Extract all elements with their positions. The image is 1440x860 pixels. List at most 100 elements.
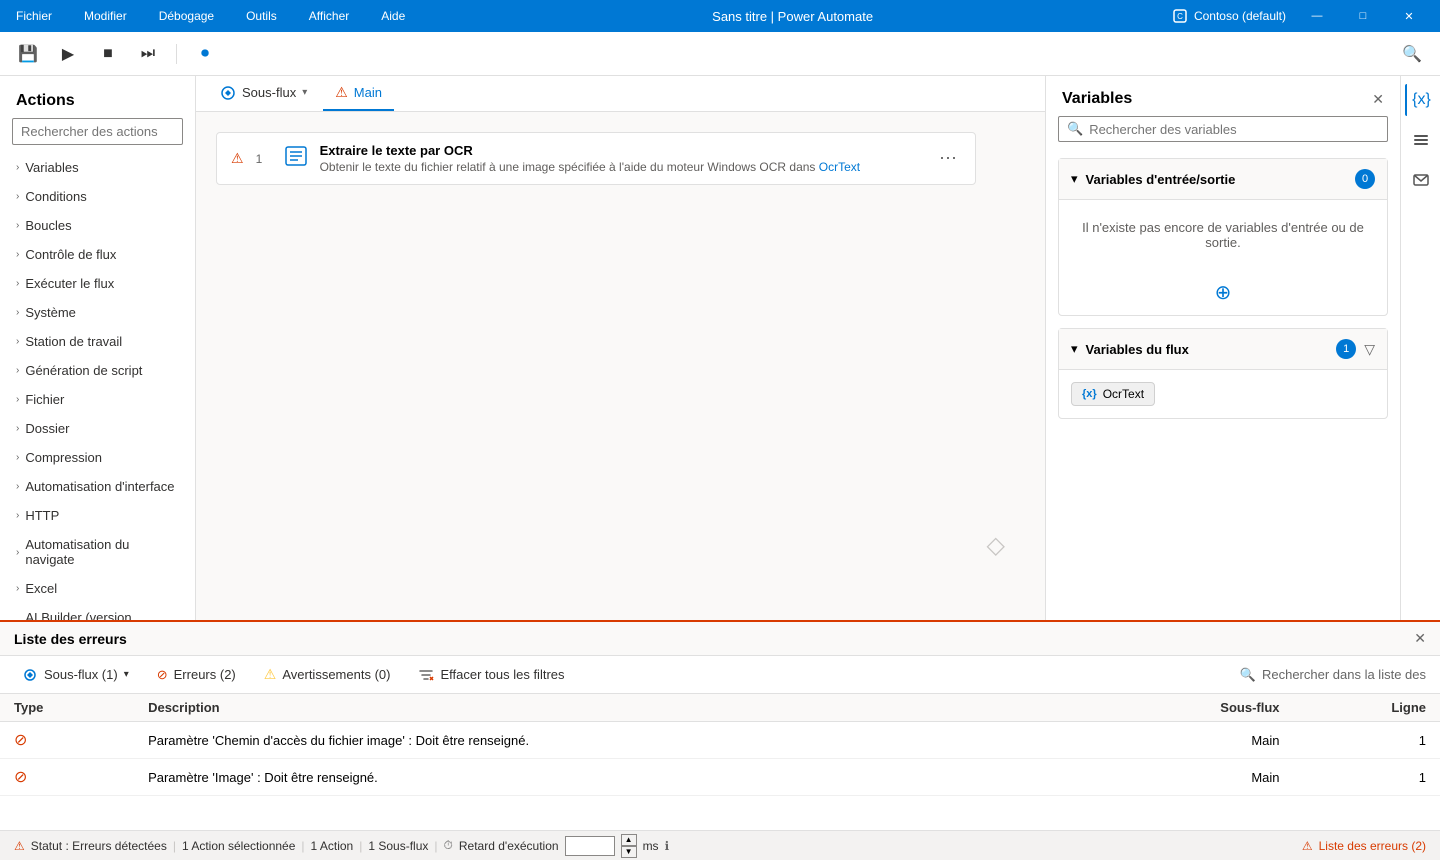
action-item-systeme[interactable]: › Système: [0, 298, 195, 327]
var-section-flux-title: Variables du flux: [1086, 342, 1329, 357]
menu-aide[interactable]: Aide: [373, 5, 413, 27]
action-item-dossier[interactable]: › Dossier: [0, 414, 195, 443]
main-area: Actions › Variables › Conditions › Boucl…: [0, 76, 1440, 620]
variables-icon: {x}: [1412, 91, 1431, 109]
var-items-list: {x} OcrText: [1059, 370, 1387, 418]
action-item-executer-flux[interactable]: › Exécuter le flux: [0, 269, 195, 298]
menu-afficher[interactable]: Afficher: [301, 5, 357, 27]
error-panel-toolbar: Sous-flux (1) ▾ ⊘ Erreurs (2) ⚠ Avertiss…: [0, 656, 1440, 694]
delay-up-button[interactable]: ▲: [621, 834, 637, 846]
title-bar-menus[interactable]: Fichier Modifier Débogage Outils Affiche…: [8, 5, 413, 27]
row-subflux-2: Main: [1090, 759, 1294, 796]
variables-close-button[interactable]: ✕: [1372, 91, 1384, 108]
var-item-ocrtext[interactable]: {x} OcrText: [1071, 382, 1155, 406]
account-name: Contoso (default): [1194, 9, 1286, 23]
delay-input[interactable]: 100: [565, 836, 615, 856]
stop-button[interactable]: ■: [92, 38, 124, 70]
action-item-fichier[interactable]: › Fichier: [0, 385, 195, 414]
sidebar-email-button[interactable]: [1405, 164, 1437, 196]
errors-link[interactable]: Liste des erreurs (2): [1319, 839, 1426, 853]
action-label: Système: [25, 305, 76, 320]
tab-subflow[interactable]: Sous-flux ▾: [208, 77, 319, 111]
col-line: Ligne: [1294, 694, 1440, 722]
action-item-station-travail[interactable]: › Station de travail: [0, 327, 195, 356]
clear-filters-button[interactable]: Effacer tous les filtres: [410, 663, 572, 687]
error-row-2[interactable]: ⊘ Paramètre 'Image' : Doit être renseign…: [0, 759, 1440, 796]
action-item-controle-flux[interactable]: › Contrôle de flux: [0, 240, 195, 269]
action-item-conditions[interactable]: › Conditions: [0, 182, 195, 211]
search-icon-button[interactable]: 🔍: [1396, 38, 1428, 70]
chevron-icon: ›: [16, 162, 19, 173]
maximize-button[interactable]: □: [1340, 0, 1386, 32]
var-filter-icon[interactable]: ▽: [1364, 341, 1375, 358]
sidebar-layers-button[interactable]: [1405, 124, 1437, 156]
action-block-menu-icon[interactable]: ⋯: [935, 144, 961, 173]
error-panel-close-button[interactable]: ✕: [1414, 630, 1426, 647]
account-info[interactable]: C Contoso (default): [1172, 8, 1286, 24]
error-row-1[interactable]: ⊘ Paramètre 'Chemin d'accès du fichier i…: [0, 722, 1440, 759]
action-item-automatisation-navigateur[interactable]: › Automatisation du navigate: [0, 530, 195, 574]
save-button[interactable]: 💾: [12, 38, 44, 70]
status-bar: ⚠ Statut : Erreurs détectées | 1 Action …: [0, 830, 1440, 860]
next-button[interactable]: ⏭: [132, 38, 164, 70]
sidebar-variables-button[interactable]: {x}: [1405, 84, 1437, 116]
menu-modifier[interactable]: Modifier: [76, 5, 135, 27]
action-label: Génération de script: [25, 363, 142, 378]
variables-search-wrap[interactable]: 🔍: [1058, 116, 1388, 142]
status-separator-1: |: [173, 839, 176, 853]
tab-main[interactable]: ⚠ Main: [323, 76, 394, 111]
window-controls[interactable]: — □ ✕: [1294, 0, 1432, 32]
var-section-input-output-empty: Il n'existe pas encore de variables d'en…: [1059, 200, 1387, 270]
status-right[interactable]: ⚠ Liste des erreurs (2): [1302, 839, 1426, 853]
menu-fichier[interactable]: Fichier: [8, 5, 60, 27]
action-item-excel[interactable]: › Excel: [0, 574, 195, 603]
var-section-flux-collapse-icon: ▾: [1071, 341, 1078, 357]
chevron-icon: ›: [16, 452, 19, 463]
menu-outils[interactable]: Outils: [238, 5, 285, 27]
error-panel-search[interactable]: 🔍 Rechercher dans la liste des: [1240, 667, 1426, 683]
action-item-boucles[interactable]: › Boucles: [0, 211, 195, 240]
action-item-ai-builder[interactable]: › AI Builder (version prélimin: [0, 603, 195, 620]
filter-subflux-button[interactable]: Sous-flux (1) ▾: [14, 663, 137, 687]
app-title: Sans titre | Power Automate: [712, 9, 873, 24]
delay-spinners[interactable]: ▲ ▼: [621, 834, 637, 858]
action-label: Fichier: [25, 392, 64, 407]
actions-search-input[interactable]: [12, 118, 183, 145]
actions-list: › Variables › Conditions › Boucles › Con…: [0, 153, 195, 620]
main-error-icon: ⚠: [335, 84, 348, 101]
toolbar-search[interactable]: 🔍: [1396, 38, 1428, 70]
action-label: Exécuter le flux: [25, 276, 114, 291]
filter-warnings-button[interactable]: ⚠ Avertissements (0): [256, 662, 399, 687]
var-section-input-output-header[interactable]: ▾ Variables d'entrée/sortie 0: [1059, 159, 1387, 200]
filter-errors-button[interactable]: ⊘ Erreurs (2): [149, 663, 244, 687]
chevron-icon: ›: [16, 547, 19, 558]
var-section-flux-header[interactable]: ▾ Variables du flux 1 ▽: [1059, 329, 1387, 370]
var-add-button[interactable]: ⊕: [1059, 270, 1387, 315]
action-label: HTTP: [25, 508, 59, 523]
filter-subflux-label: Sous-flux (1): [44, 667, 118, 682]
action-item-variables[interactable]: › Variables: [0, 153, 195, 182]
subflow-dropdown-icon[interactable]: ▾: [302, 87, 307, 98]
variables-search-input[interactable]: [1089, 122, 1379, 137]
minimize-button[interactable]: —: [1294, 0, 1340, 32]
action-item-compression[interactable]: › Compression: [0, 443, 195, 472]
action-item-automatisation-interface[interactable]: › Automatisation d'interface: [0, 472, 195, 501]
action-block-icon: [284, 144, 308, 174]
subflow-icon: [220, 85, 236, 101]
action-desc-link[interactable]: OcrText: [819, 160, 860, 174]
action-number: 1: [256, 152, 272, 166]
close-button[interactable]: ✕: [1386, 0, 1432, 32]
actions-panel: Actions › Variables › Conditions › Boucl…: [0, 76, 196, 620]
action-item-generation-script[interactable]: › Génération de script: [0, 356, 195, 385]
var-section-flux-badge: 1: [1336, 339, 1356, 359]
error-search-icon: 🔍: [1240, 667, 1256, 683]
action-block-1[interactable]: ⚠ 1 Extraire le texte par OCR Ob: [216, 132, 976, 185]
action-item-http[interactable]: › HTTP: [0, 501, 195, 530]
run-button[interactable]: ▶: [52, 38, 84, 70]
delay-down-button[interactable]: ▼: [621, 846, 637, 858]
col-subflux: Sous-flux: [1090, 694, 1294, 722]
record-button[interactable]: ⏺: [189, 38, 221, 70]
actions-title: Actions: [0, 76, 195, 118]
menu-debogage[interactable]: Débogage: [151, 5, 222, 27]
chevron-icon: ›: [16, 191, 19, 202]
